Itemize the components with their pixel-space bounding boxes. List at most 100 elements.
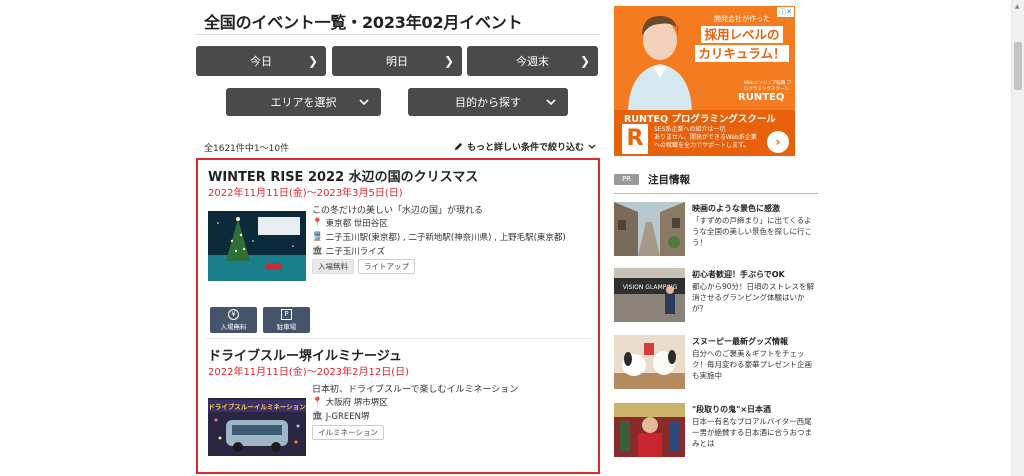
- feature-label: 入場無料: [220, 323, 247, 331]
- pr-section-title: 注目情報: [648, 174, 690, 186]
- pr-item[interactable]: "段取りの鬼"×日本酒 日本一有名なプロアルバイター西尾一男が絶賛する日本酒に合…: [614, 403, 818, 461]
- event-thumbnail[interactable]: [208, 211, 306, 281]
- ad-tagline: 開発会社が作った: [714, 15, 770, 23]
- parking-icon: P: [281, 309, 292, 320]
- page-title: 全国のイベント一覧・2023年02月イベント: [204, 13, 523, 32]
- tag-illumination[interactable]: イルミネーション: [312, 425, 384, 440]
- page-scrollbar[interactable]: ▲: [1011, 0, 1024, 476]
- snoopy-goods-image: [614, 335, 685, 389]
- pr-item-description: 日本一有名なプロアルバイター西尾一男が絶賛する日本酒に合うおつまみとは: [692, 417, 812, 448]
- area-select[interactable]: エリアを選択: [226, 88, 381, 116]
- ad-headline: 開発会社が作った 採用レベルの カリキュラム！: [692, 14, 792, 62]
- pr-item-title: 映画のような景色に感激: [692, 204, 780, 213]
- event-thumbnail[interactable]: ドライブスルーイルミネーション: [208, 398, 306, 456]
- purpose-select[interactable]: 目的から探す: [408, 88, 568, 116]
- pr-item-title: "段取りの鬼"×日本酒: [692, 405, 772, 414]
- pr-section-header: PR 注目情報: [614, 172, 818, 194]
- event-image: ドライブスルーイルミネーション: [208, 398, 306, 456]
- ad-subtext: SES系企業への紹介は一切 ありません。開発ができるWeb系企業 への就職を全力…: [654, 126, 757, 149]
- event-venue: 🏛 二子玉川ライズ: [312, 245, 385, 257]
- event-description: この冬だけの美しい「水辺の国」が現れる: [312, 206, 484, 216]
- runteq-logo: R: [622, 124, 648, 154]
- refine-search-link[interactable]: もっと詳しい条件で絞り込む: [454, 140, 596, 153]
- pr-thumbnail: [614, 202, 685, 256]
- ad-person-image: [628, 16, 692, 110]
- tomorrow-label: 明日: [386, 55, 408, 68]
- tag-lightup[interactable]: ライトアップ: [358, 259, 415, 274]
- tomorrow-button[interactable]: 明日 ❯: [332, 46, 462, 76]
- scroll-up-icon[interactable]: ▲: [1015, 3, 1020, 10]
- pr-item[interactable]: スヌーピー最新グッズ情報 自分へのご褒美＆ギフトをチェック！毎月変わる豪華プレゼ…: [614, 335, 818, 393]
- tag-free-entry[interactable]: 入場無料: [312, 259, 354, 274]
- event-date: 2022年11月11日(金)〜2023年3月5日(日): [208, 188, 403, 199]
- event-card[interactable]: ドライブスルー堺イルミナージュ 2022年11月11日(金)〜2023年2月12…: [198, 340, 598, 474]
- pr-thumbnail: [614, 403, 685, 457]
- map-pin-icon: 📍: [312, 218, 323, 228]
- purpose-select-label: 目的から探す: [455, 96, 521, 109]
- ad-school-name: RUNTEQ プログラミングスクール: [624, 114, 776, 125]
- event-description: 日本初、ドライブスルーで楽しむイルミネーション: [312, 385, 519, 395]
- event-location: 📍 大阪府 堺市堺区: [312, 396, 388, 408]
- yen-icon: ¥: [228, 309, 239, 320]
- event-location-text: 大阪府 堺市堺区: [325, 398, 388, 408]
- main-column: 全国のイベント一覧・2023年02月イベント 今日 ❯ 明日 ❯ 今週末 ❯ エ…: [196, 0, 600, 476]
- event-venue-text: J-GREEN堺: [325, 412, 370, 422]
- sake-promo-image: [614, 403, 685, 457]
- title-divider: [196, 34, 600, 35]
- sidebar: ⓘ✕ 開発会社が作った 採用レベルの カリキュラム！ Webエンジニア転職 プロ…: [614, 0, 818, 476]
- event-title[interactable]: WINTER RISE 2022 水辺の国のクリスマス: [208, 166, 478, 185]
- event-image: [208, 211, 306, 281]
- building-icon: 🏛: [312, 411, 323, 421]
- feature-free-entry: ¥ 入場無料: [210, 307, 257, 333]
- this-week-label: 今週末: [516, 55, 549, 68]
- event-location: 📍 東京都 世田谷区: [312, 217, 388, 229]
- street-image: [614, 202, 685, 256]
- event-tags: イルミネーション: [312, 425, 384, 440]
- event-date: 2022年11月11日(金)〜2023年2月12日(日): [208, 367, 410, 378]
- event-venue-text: 二子玉川ライズ: [325, 247, 386, 257]
- building-icon: 🏛: [312, 246, 323, 256]
- this-week-button[interactable]: 今週末 ❯: [467, 46, 598, 76]
- thumbnail-text: ドライブスルーイルミネーション: [208, 402, 306, 411]
- glamping-image: VISION GLAMPING: [614, 268, 685, 322]
- today-label: 今日: [250, 55, 272, 68]
- map-pin-icon: 📍: [312, 397, 323, 407]
- event-tags: 入場無料 ライトアップ: [312, 259, 415, 274]
- chevron-right-icon: ❯: [307, 54, 318, 68]
- pencil-icon: [454, 142, 463, 151]
- event-location-text: 東京都 世田谷区: [325, 219, 388, 229]
- pr-item-title: 初心者歓迎！手ぶらでOK: [692, 270, 785, 279]
- advertisement-banner[interactable]: ⓘ✕ 開発会社が作った 採用レベルの カリキュラム！ Webエンジニア転職 プロ…: [614, 6, 795, 156]
- pr-item-description: 「すずめの戸締まり」に出てくるような全国の美しい景色を探しに行こう！: [692, 216, 812, 247]
- chevron-right-icon: ❯: [579, 54, 590, 68]
- ad-headline-line1: 採用レベルの: [701, 26, 783, 43]
- event-stations-text: 二子玉川駅(東京都) , 二子新地駅(神奈川県) , 上野毛駅(東京都): [325, 233, 566, 243]
- event-stations: 🚆 二子玉川駅(東京都) , 二子新地駅(神奈川県) , 上野毛駅(東京都): [312, 231, 566, 243]
- ad-brand: RUNTEQ: [738, 92, 785, 103]
- refine-search-label: もっと詳しい条件で絞り込む: [466, 143, 584, 153]
- arrow-right-icon[interactable]: ›: [767, 131, 789, 153]
- scroll-thumb[interactable]: [1014, 42, 1022, 90]
- event-venue: 🏛 J-GREEN堺: [312, 410, 369, 422]
- pr-item-description: 自分へのご褒美＆ギフトをチェック！毎月変わる豪華プレゼント企画も実施中: [692, 349, 812, 380]
- pr-item[interactable]: 映画のような景色に感激 「すずめの戸締まり」に出てくるような全国の美しい景色を探…: [614, 202, 818, 260]
- ad-headline-line2: カリキュラム！: [695, 45, 789, 62]
- pr-thumbnail: VISION GLAMPING: [614, 268, 685, 322]
- chevron-down-icon: [588, 144, 596, 149]
- today-button[interactable]: 今日 ❯: [196, 46, 326, 76]
- chevron-right-icon: ❯: [443, 54, 454, 68]
- result-count: 全1621件中1〜10件: [204, 144, 290, 154]
- pr-thumbnail: [614, 335, 685, 389]
- event-divider: [206, 338, 592, 339]
- pr-item[interactable]: VISION GLAMPING 初心者歓迎！手ぶらでOK 都心から90分！日頃の…: [614, 268, 818, 326]
- event-list: WINTER RISE 2022 水辺の国のクリスマス 2022年11月11日(…: [196, 158, 600, 474]
- feature-parking: P 駐車場: [263, 307, 310, 333]
- event-title[interactable]: ドライブスルー堺イルミナージュ: [208, 345, 402, 364]
- pr-item-description: 都心から90分！日頃のストレスを解消させるグランピング体験はいかが？: [692, 282, 815, 313]
- chevron-down-icon: [546, 99, 556, 105]
- train-icon: 🚆: [312, 232, 323, 242]
- chevron-down-icon: [359, 99, 369, 105]
- event-card[interactable]: WINTER RISE 2022 水辺の国のクリスマス 2022年11月11日(…: [198, 160, 598, 340]
- pr-item-title: スヌーピー最新グッズ情報: [692, 337, 788, 346]
- area-select-label: エリアを選択: [270, 96, 337, 109]
